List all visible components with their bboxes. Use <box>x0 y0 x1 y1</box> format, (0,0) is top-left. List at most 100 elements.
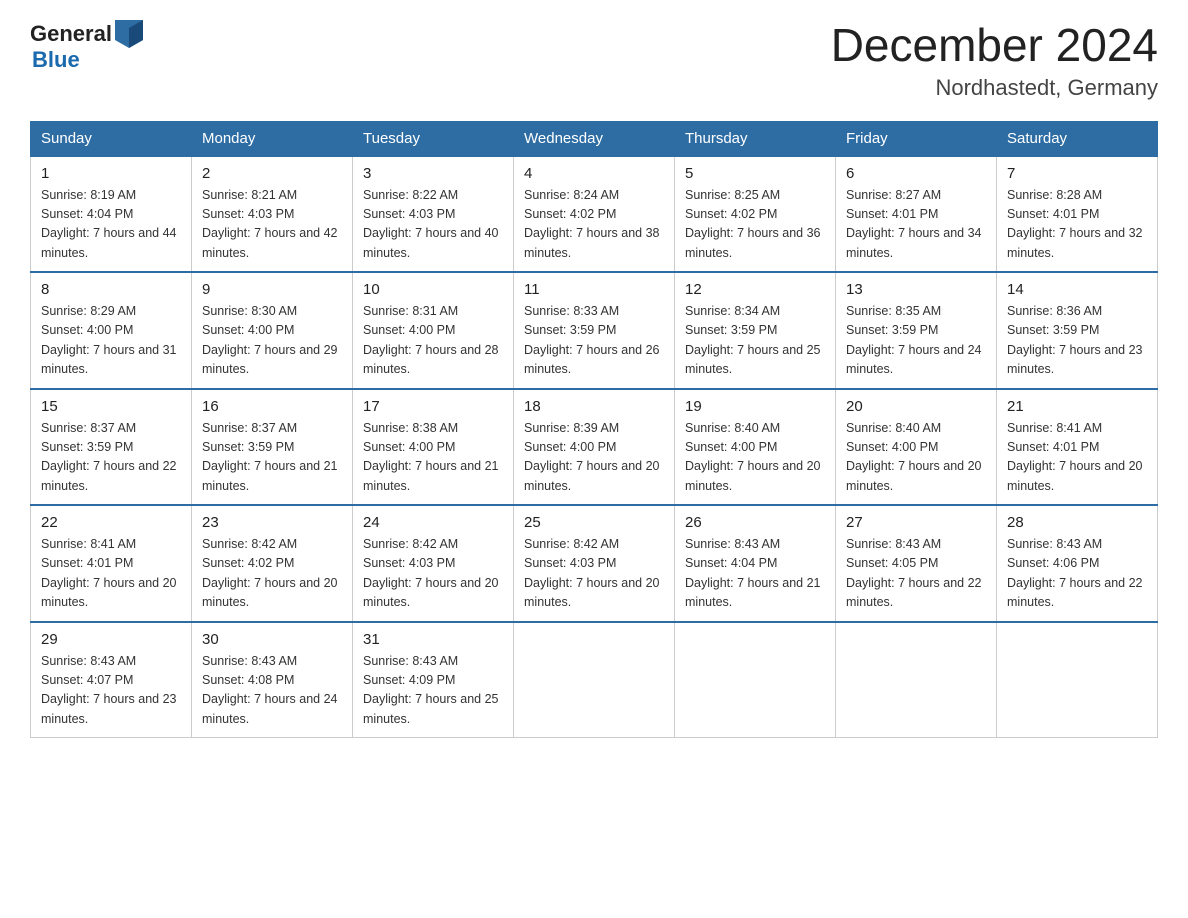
day-number: 6 <box>846 165 986 182</box>
day-cell-17: 17 Sunrise: 8:38 AMSunset: 4:00 PMDayligh… <box>353 389 514 506</box>
week-row-5: 29Sunrise: 8:43 AMSunset: 4:07 PMDayligh… <box>31 622 1158 738</box>
day-info: Sunrise: 8:34 AMSunset: 3:59 PMDaylight:… <box>685 302 825 380</box>
day-info: Sunrise: 8:37 AMSunset: 3:59 PMDaylight:… <box>202 419 342 497</box>
day-info: Sunrise: 8:28 AMSunset: 4:01 PMDaylight:… <box>1007 186 1147 264</box>
day-number: 23 <box>202 514 342 531</box>
logo-blue-text: Blue <box>32 48 143 72</box>
day-cell-10: 10Sunrise: 8:31 AMSunset: 4:00 PMDayligh… <box>353 272 514 389</box>
day-info: Sunrise: 8:37 AMSunset: 3:59 PMDaylight:… <box>41 419 181 497</box>
day-cell-1: 1Sunrise: 8:19 AMSunset: 4:04 PMDaylight… <box>31 156 192 273</box>
day-cell-27: 27 Sunrise: 8:43 AMSunset: 4:05 PMDayligh… <box>836 505 997 622</box>
title-area: December 2024 Nordhastedt, Germany <box>831 20 1158 101</box>
day-cell-8: 8 Sunrise: 8:29 AMSunset: 4:00 PMDaylight… <box>31 272 192 389</box>
day-number: 25 <box>524 514 664 531</box>
day-cell-13: 13 Sunrise: 8:35 AMSunset: 3:59 PMDayligh… <box>836 272 997 389</box>
day-info: Sunrise: 8:43 AMSunset: 4:04 PMDaylight:… <box>685 535 825 613</box>
calendar-table: SundayMondayTuesdayWednesdayThursdayFrid… <box>30 121 1158 739</box>
day-cell-12: 12 Sunrise: 8:34 AMSunset: 3:59 PMDayligh… <box>675 272 836 389</box>
day-info: Sunrise: 8:43 AMSunset: 4:09 PMDaylight:… <box>363 652 503 730</box>
header-tuesday: Tuesday <box>353 121 514 156</box>
logo: General Blue <box>30 20 143 72</box>
day-number: 7 <box>1007 165 1147 182</box>
day-number: 4 <box>524 165 664 182</box>
day-info: Sunrise: 8:39 AMSunset: 4:00 PMDaylight:… <box>524 419 664 497</box>
week-row-3: 15Sunrise: 8:37 AMSunset: 3:59 PMDayligh… <box>31 389 1158 506</box>
day-cell-16: 16 Sunrise: 8:37 AMSunset: 3:59 PMDayligh… <box>192 389 353 506</box>
day-number: 24 <box>363 514 503 531</box>
day-cell-9: 9Sunrise: 8:30 AMSunset: 4:00 PMDaylight… <box>192 272 353 389</box>
day-number: 17 <box>363 398 503 415</box>
day-number: 2 <box>202 165 342 182</box>
day-cell-25: 25 Sunrise: 8:42 AMSunset: 4:03 PMDayligh… <box>514 505 675 622</box>
day-number: 8 <box>41 281 181 298</box>
day-number: 18 <box>524 398 664 415</box>
empty-cell <box>514 622 675 738</box>
header-row: SundayMondayTuesdayWednesdayThursdayFrid… <box>31 121 1158 156</box>
day-number: 3 <box>363 165 503 182</box>
header-wednesday: Wednesday <box>514 121 675 156</box>
day-info: Sunrise: 8:22 AMSunset: 4:03 PMDaylight:… <box>363 186 503 264</box>
header-thursday: Thursday <box>675 121 836 156</box>
day-info: Sunrise: 8:43 AMSunset: 4:07 PMDaylight:… <box>41 652 181 730</box>
day-cell-2: 2 Sunrise: 8:21 AMSunset: 4:03 PMDaylight… <box>192 156 353 273</box>
calendar-title: December 2024 <box>831 20 1158 71</box>
day-cell-31: 31 Sunrise: 8:43 AMSunset: 4:09 PMDayligh… <box>353 622 514 738</box>
day-cell-24: 24 Sunrise: 8:42 AMSunset: 4:03 PMDayligh… <box>353 505 514 622</box>
day-info: Sunrise: 8:24 AMSunset: 4:02 PMDaylight:… <box>524 186 664 264</box>
day-info: Sunrise: 8:43 AMSunset: 4:05 PMDaylight:… <box>846 535 986 613</box>
day-cell-7: 7 Sunrise: 8:28 AMSunset: 4:01 PMDaylight… <box>997 156 1158 273</box>
day-info: Sunrise: 8:27 AMSunset: 4:01 PMDaylight:… <box>846 186 986 264</box>
day-info: Sunrise: 8:35 AMSunset: 3:59 PMDaylight:… <box>846 302 986 380</box>
day-number: 13 <box>846 281 986 298</box>
day-info: Sunrise: 8:43 AMSunset: 4:08 PMDaylight:… <box>202 652 342 730</box>
day-cell-6: 6 Sunrise: 8:27 AMSunset: 4:01 PMDaylight… <box>836 156 997 273</box>
day-info: Sunrise: 8:21 AMSunset: 4:03 PMDaylight:… <box>202 186 342 264</box>
day-info: Sunrise: 8:25 AMSunset: 4:02 PMDaylight:… <box>685 186 825 264</box>
header-friday: Friday <box>836 121 997 156</box>
day-number: 5 <box>685 165 825 182</box>
day-info: Sunrise: 8:41 AMSunset: 4:01 PMDaylight:… <box>1007 419 1147 497</box>
day-info: Sunrise: 8:38 AMSunset: 4:00 PMDaylight:… <box>363 419 503 497</box>
day-number: 31 <box>363 631 503 648</box>
logo-icon <box>115 20 143 48</box>
day-number: 20 <box>846 398 986 415</box>
day-info: Sunrise: 8:40 AMSunset: 4:00 PMDaylight:… <box>846 419 986 497</box>
calendar-subtitle: Nordhastedt, Germany <box>831 75 1158 101</box>
day-info: Sunrise: 8:42 AMSunset: 4:03 PMDaylight:… <box>524 535 664 613</box>
day-number: 16 <box>202 398 342 415</box>
day-cell-14: 14 Sunrise: 8:36 AMSunset: 3:59 PMDayligh… <box>997 272 1158 389</box>
day-cell-23: 23Sunrise: 8:42 AMSunset: 4:02 PMDayligh… <box>192 505 353 622</box>
day-number: 12 <box>685 281 825 298</box>
day-info: Sunrise: 8:36 AMSunset: 3:59 PMDaylight:… <box>1007 302 1147 380</box>
day-cell-26: 26Sunrise: 8:43 AMSunset: 4:04 PMDayligh… <box>675 505 836 622</box>
header-sunday: Sunday <box>31 121 192 156</box>
day-number: 27 <box>846 514 986 531</box>
day-number: 9 <box>202 281 342 298</box>
day-number: 14 <box>1007 281 1147 298</box>
day-cell-15: 15Sunrise: 8:37 AMSunset: 3:59 PMDayligh… <box>31 389 192 506</box>
day-cell-19: 19 Sunrise: 8:40 AMSunset: 4:00 PMDayligh… <box>675 389 836 506</box>
header-saturday: Saturday <box>997 121 1158 156</box>
day-cell-30: 30 Sunrise: 8:43 AMSunset: 4:08 PMDayligh… <box>192 622 353 738</box>
logo-general-text: General <box>30 22 112 46</box>
empty-cell <box>675 622 836 738</box>
day-cell-4: 4 Sunrise: 8:24 AMSunset: 4:02 PMDaylight… <box>514 156 675 273</box>
day-info: Sunrise: 8:31 AMSunset: 4:00 PMDaylight:… <box>363 302 503 380</box>
empty-cell <box>997 622 1158 738</box>
day-cell-29: 29Sunrise: 8:43 AMSunset: 4:07 PMDayligh… <box>31 622 192 738</box>
day-number: 30 <box>202 631 342 648</box>
day-number: 22 <box>41 514 181 531</box>
week-row-2: 8 Sunrise: 8:29 AMSunset: 4:00 PMDaylight… <box>31 272 1158 389</box>
header-monday: Monday <box>192 121 353 156</box>
day-cell-20: 20 Sunrise: 8:40 AMSunset: 4:00 PMDayligh… <box>836 389 997 506</box>
day-info: Sunrise: 8:41 AMSunset: 4:01 PMDaylight:… <box>41 535 181 613</box>
day-cell-5: 5 Sunrise: 8:25 AMSunset: 4:02 PMDaylight… <box>675 156 836 273</box>
page-header: General Blue December 2024 Nordhastedt, … <box>30 20 1158 101</box>
day-number: 28 <box>1007 514 1147 531</box>
day-number: 19 <box>685 398 825 415</box>
week-row-4: 22 Sunrise: 8:41 AMSunset: 4:01 PMDayligh… <box>31 505 1158 622</box>
day-info: Sunrise: 8:29 AMSunset: 4:00 PMDaylight:… <box>41 302 181 380</box>
day-cell-22: 22 Sunrise: 8:41 AMSunset: 4:01 PMDayligh… <box>31 505 192 622</box>
day-info: Sunrise: 8:40 AMSunset: 4:00 PMDaylight:… <box>685 419 825 497</box>
day-info: Sunrise: 8:42 AMSunset: 4:03 PMDaylight:… <box>363 535 503 613</box>
